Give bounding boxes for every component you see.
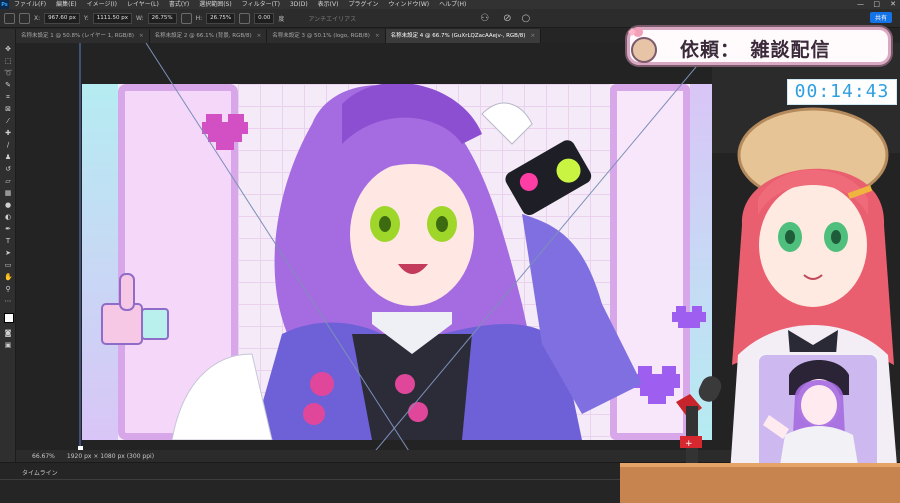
svg-text:+: + (685, 439, 693, 449)
more-icon[interactable]: ⋯ (4, 297, 12, 305)
tab-document-4[interactable]: 名称未設定 4 @ 66.7% (GuXrLQZacAAejv-, RGB/8)… (385, 29, 542, 43)
h-label: H: (195, 14, 203, 22)
guide-line (365, 43, 717, 462)
dodge-icon[interactable]: ◐ (4, 213, 12, 221)
x-label: X: (34, 14, 41, 22)
marquee-icon[interactable]: ⬚ (4, 57, 12, 65)
timeline-label[interactable]: タイムライン (22, 468, 58, 477)
move-icon[interactable]: ✥ (4, 45, 12, 53)
menu-help[interactable]: ヘルプ(H) (434, 0, 471, 9)
options-bar: X: 967.60 px Y: 1111.50 px W: 26.75% H: … (0, 9, 900, 28)
gradient-icon[interactable]: ▦ (4, 189, 12, 197)
tab-label: 名称未設定 2 @ 66.1% (背景, RGB/8) (154, 33, 252, 39)
tab-label: 名称未設定 1 @ 50.8% (レイヤー 1, RGB/8) (21, 33, 135, 39)
antialias-option[interactable]: アンチエイリアス (308, 14, 356, 23)
menu-bar: Ps ファイル(F) 編集(E) イメージ(I) レイヤー(L) 書式(Y) 選… (0, 0, 900, 9)
tab-document-2[interactable]: 名称未設定 2 @ 66.1% (背景, RGB/8) × (149, 29, 268, 43)
menu-layer[interactable]: レイヤー(L) (122, 0, 164, 9)
angle-unit: 度 (278, 15, 285, 23)
zoom-icon[interactable]: ⚲ (4, 285, 12, 293)
quick-select-icon[interactable]: ✎ (4, 81, 12, 89)
hand-icon[interactable]: ✋ (4, 273, 13, 281)
screen-mode-icon[interactable]: ▣ (4, 341, 12, 349)
w-label: W: (136, 14, 144, 22)
menu-image[interactable]: イメージ(I) (82, 0, 122, 9)
reference-point-icon[interactable] (19, 12, 30, 24)
document-size: 1920 px × 1080 px (300 ppi) (66, 452, 155, 460)
quick-mask-icon[interactable]: ◙ (4, 329, 12, 337)
cancel-transform-icon[interactable]: ⊘ (503, 13, 511, 24)
timeline-divider (0, 479, 640, 480)
menu-plugins[interactable]: プラグイン (343, 0, 383, 9)
blur-icon[interactable]: ● (4, 201, 12, 209)
close-window-icon[interactable]: ✕ (890, 0, 896, 9)
path-select-icon[interactable]: ➤ (4, 249, 12, 257)
cat-paw-icon (628, 27, 657, 63)
frame-icon[interactable]: ⊠ (4, 105, 12, 113)
y-position-field[interactable]: 1111.50 px (92, 12, 133, 24)
tab-document-1[interactable]: 名称未設定 1 @ 50.8% (レイヤー 1, RGB/8) × (16, 29, 150, 43)
angle-field[interactable]: 0.00 (254, 12, 275, 24)
width-field[interactable]: 26.75% (147, 12, 177, 24)
maximize-icon[interactable]: □ (873, 0, 880, 9)
menu-filter[interactable]: フィルター(T) (237, 0, 285, 9)
history-brush-icon[interactable]: ↺ (4, 165, 12, 173)
menu-view[interactable]: 表示(V) (313, 0, 344, 9)
photoshop-logo-icon: Ps (0, 0, 9, 9)
mini-character-illustration (763, 360, 859, 471)
home-icon[interactable] (4, 12, 15, 24)
puppet-warp-icon[interactable]: ⚇ (480, 13, 489, 24)
minimize-icon[interactable]: — (857, 0, 864, 9)
reference-image-panel (756, 352, 880, 474)
stream-timer: 00:14:43 (787, 79, 897, 105)
close-tab-icon[interactable]: × (139, 33, 144, 39)
x-position-field[interactable]: 967.60 px (44, 12, 80, 24)
brush-icon[interactable]: ∕ (4, 141, 12, 149)
eraser-icon[interactable]: ▱ (4, 177, 12, 185)
menu-file[interactable]: ファイル(F) (9, 0, 51, 9)
commit-transform-icon[interactable]: ○ (522, 13, 531, 24)
menu-3d[interactable]: 3D(D) (285, 0, 313, 9)
tab-label: 名称未設定 4 @ 66.7% (GuXrLQZacAAejv-, RGB/8) (390, 33, 526, 39)
pen-icon[interactable]: ✒ (4, 225, 12, 233)
tool-panel: ✥ ⬚ ➰ ✎ ⌗ ⊠ ⁄ ✚ ∕ ♟ ↺ ▱ ▦ ● ◐ ✒ T ➤ ▭ ✋ … (0, 29, 16, 503)
color-swatch-icon[interactable] (4, 313, 14, 323)
eyedropper-icon[interactable]: ⁄ (4, 117, 12, 125)
lasso-icon[interactable]: ➰ (4, 69, 13, 77)
stream-title: 依頼： 雑談配信 (680, 39, 831, 61)
healing-icon[interactable]: ✚ (4, 129, 12, 137)
menu-edit[interactable]: 編集(E) (51, 0, 81, 9)
menu-window[interactable]: ウィンドウ(W) (383, 0, 434, 9)
menu-type[interactable]: 書式(Y) (164, 0, 194, 9)
link-icon[interactable] (180, 12, 192, 24)
tab-document-3[interactable]: 名称未設定 3 @ 50.1% (logo, RGB/8) × (267, 29, 386, 43)
close-tab-icon[interactable]: × (257, 33, 262, 39)
type-icon[interactable]: T (4, 237, 12, 245)
menu-select[interactable]: 選択範囲(S) (194, 0, 237, 9)
zoom-level[interactable]: 66.67% (32, 453, 55, 460)
angle-icon (239, 12, 251, 24)
guide-line (145, 43, 417, 462)
close-tab-icon[interactable]: × (375, 33, 380, 39)
stamp-icon[interactable]: ♟ (4, 153, 12, 161)
height-field[interactable]: 26.75% (206, 12, 236, 24)
close-tab-icon[interactable]: × (530, 33, 535, 39)
crop-icon[interactable]: ⌗ (4, 93, 12, 101)
share-button[interactable]: 共有 (869, 12, 892, 23)
shape-icon[interactable]: ▭ (4, 261, 12, 269)
desk (620, 463, 900, 503)
tab-label: 名称未設定 3 @ 50.1% (logo, RGB/8) (272, 33, 370, 39)
stream-title-box: 依頼： 雑談配信 (627, 27, 891, 65)
y-label: Y: (83, 14, 89, 22)
